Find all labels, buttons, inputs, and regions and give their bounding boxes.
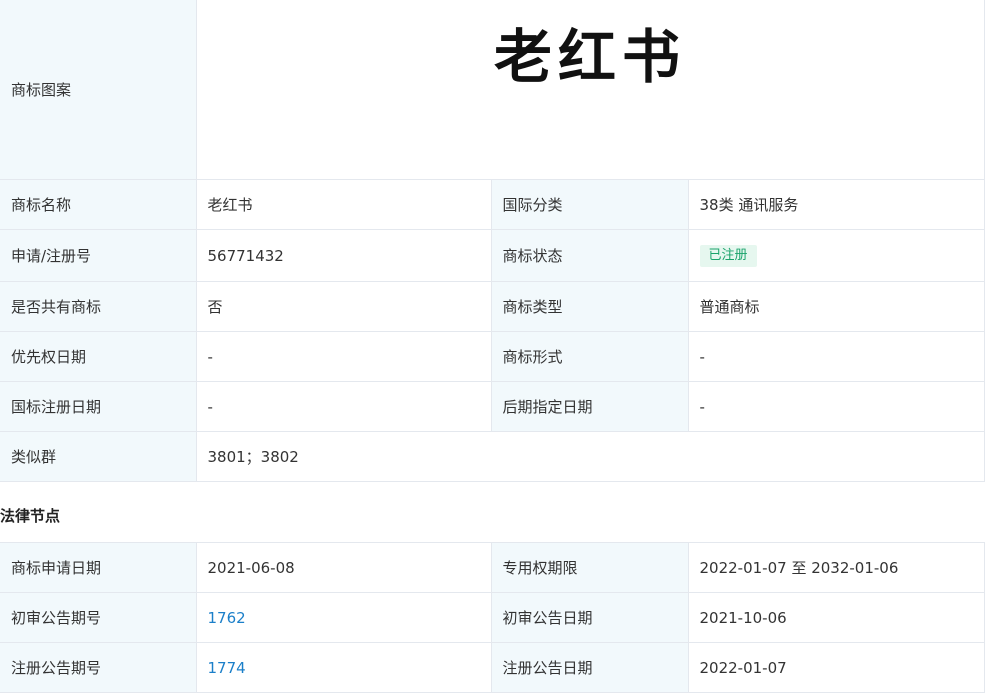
prelim-no-label: 初审公告期号 — [0, 592, 197, 643]
status-badge: 已注册 — [699, 244, 757, 267]
trademark-logo-text: 老红书 — [493, 23, 686, 91]
table-row: 初审公告期号 1762 初审公告日期 2021-10-06 — [0, 592, 985, 643]
form-label: 商标形式 — [490, 331, 689, 382]
priority-value: - — [195, 331, 492, 382]
prelim-date-label: 初审公告日期 — [490, 592, 689, 643]
later-value: - — [687, 381, 985, 432]
table-row: 商标名称 老红书 国际分类 38类 通讯服务 — [0, 179, 985, 230]
table-row: 申请/注册号 56771432 商标状态 已注册 — [0, 229, 985, 282]
trademark-info-table: 商标图案 老红书 商标名称 老红书 国际分类 38类 通讯服务 申请/注册号 5… — [0, 0, 985, 482]
status-cell: 已注册 — [687, 229, 985, 282]
reg-no-cell: 1774 — [195, 642, 492, 693]
similar-label: 类似群 — [0, 431, 197, 482]
logo-label: 商标图案 — [0, 0, 197, 180]
intl-class-label: 国际分类 — [490, 179, 689, 230]
name-value: 老红书 — [195, 179, 492, 230]
reg-no-label: 申请/注册号 — [0, 229, 197, 282]
legal-nodes-table: 商标申请日期 2021-06-08 专用权期限 2022-01-07 至 203… — [0, 542, 985, 693]
reg-no-label-legal: 注册公告期号 — [0, 642, 197, 693]
table-row: 优先权日期 - 商标形式 - — [0, 331, 985, 382]
type-value: 普通商标 — [687, 281, 985, 332]
shared-label: 是否共有商标 — [0, 281, 197, 332]
trademark-logo: 老红书 — [195, 0, 985, 180]
table-row: 是否共有商标 否 商标类型 普通商标 — [0, 281, 985, 332]
intl-class-value: 38类 通讯服务 — [687, 179, 985, 230]
reg-date-label: 注册公告日期 — [490, 642, 689, 693]
table-row: 商标申请日期 2021-06-08 专用权期限 2022-01-07 至 203… — [0, 542, 985, 593]
prelim-no-link[interactable]: 1762 — [208, 609, 246, 627]
shared-value: 否 — [195, 281, 492, 332]
apply-date-value: 2021-06-08 — [195, 542, 492, 593]
form-value: - — [687, 331, 985, 382]
prelim-date-value: 2021-10-06 — [687, 592, 985, 643]
intl-reg-value: - — [195, 381, 492, 432]
intl-reg-label: 国标注册日期 — [0, 381, 197, 432]
section-title-legal: 法律节点 — [0, 507, 61, 525]
reg-date-value: 2022-01-07 — [687, 642, 985, 693]
logo-row: 商标图案 老红书 — [0, 0, 985, 180]
prelim-no-cell: 1762 — [195, 592, 492, 643]
exclusive-value: 2022-01-07 至 2032-01-06 — [687, 542, 985, 593]
type-label: 商标类型 — [490, 281, 689, 332]
similar-value: 3801；3802 — [195, 431, 985, 482]
table-row: 国标注册日期 - 后期指定日期 - — [0, 381, 985, 432]
table-row: 类似群 3801；3802 — [0, 431, 985, 482]
apply-date-label: 商标申请日期 — [0, 542, 197, 593]
name-label: 商标名称 — [0, 179, 197, 230]
later-label: 后期指定日期 — [490, 381, 689, 432]
priority-label: 优先权日期 — [0, 331, 197, 382]
exclusive-label: 专用权期限 — [490, 542, 689, 593]
table-row: 注册公告期号 1774 注册公告日期 2022-01-07 — [0, 642, 985, 693]
reg-no-link[interactable]: 1774 — [208, 659, 246, 677]
status-label: 商标状态 — [490, 229, 689, 282]
reg-no-value: 56771432 — [195, 229, 492, 282]
